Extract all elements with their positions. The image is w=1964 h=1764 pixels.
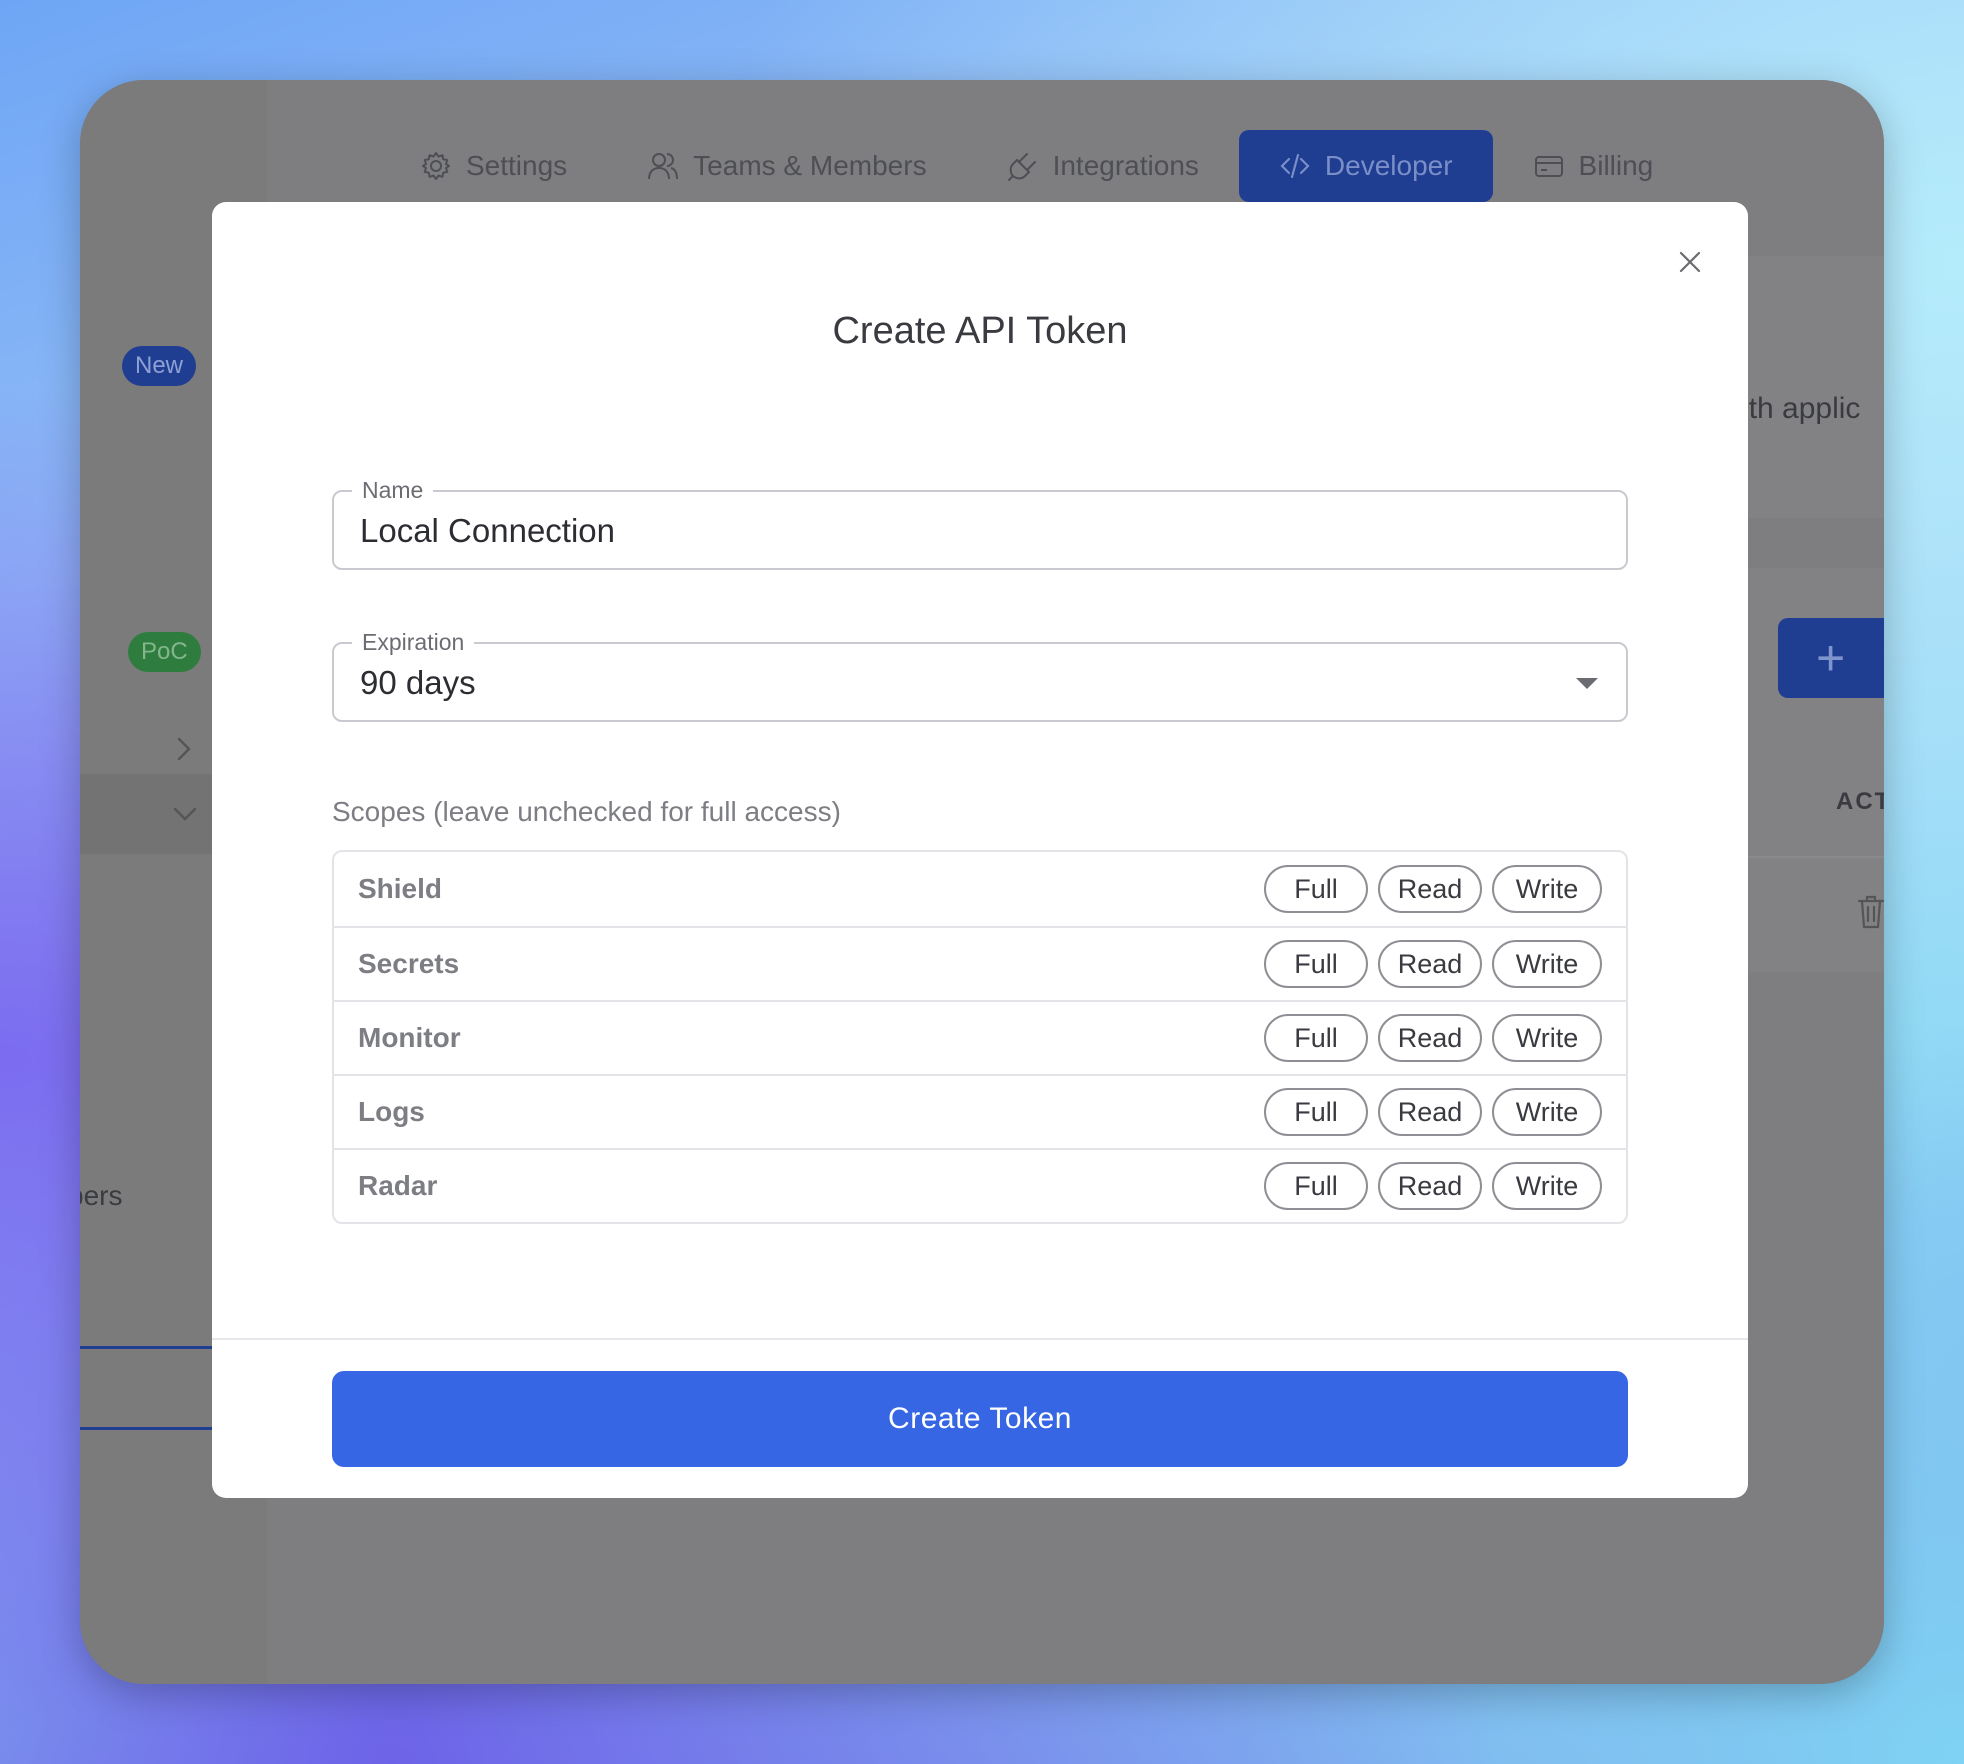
close-icon[interactable]	[1672, 244, 1708, 280]
chevron-down-icon	[170, 802, 200, 831]
tab-label: Teams & Members	[693, 150, 927, 181]
scopes-label: Scopes (leave unchecked for full access)	[332, 796, 841, 827]
code-icon	[1279, 150, 1311, 182]
scope-write-toggle[interactable]: Write	[1492, 865, 1602, 913]
expiration-select[interactable]: Expiration 90 days	[332, 628, 1628, 722]
scope-read-toggle[interactable]: Read	[1378, 1014, 1482, 1062]
scope-name: Shield	[358, 873, 443, 904]
tab-teams-members[interactable]: Teams & Members	[607, 130, 966, 202]
scope-name: Radar	[358, 1170, 438, 1201]
scope-options: Full Read Write	[1264, 865, 1602, 913]
dropdown-caret-icon[interactable]	[1576, 678, 1598, 689]
scope-read-toggle[interactable]: Read	[1378, 1088, 1482, 1136]
scope-name: Secrets	[358, 948, 460, 979]
trash-icon[interactable]	[1856, 894, 1884, 935]
create-token-modal: Create API Token Name Local Connection E…	[212, 202, 1748, 1498]
users-icon	[647, 150, 679, 182]
credit-card-icon	[1533, 150, 1565, 182]
scope-options: Full Read Write	[1264, 940, 1602, 988]
name-field-label: Name	[352, 476, 434, 504]
scope-row-logs: Logs Full Read Write	[334, 1074, 1626, 1148]
scope-full-toggle[interactable]: Full	[1264, 1014, 1368, 1062]
scope-full-toggle[interactable]: Full	[1264, 940, 1368, 988]
scope-read-toggle[interactable]: Read	[1378, 865, 1482, 913]
sidebar-item-label[interactable]: bers	[80, 1180, 122, 1212]
actions-column-header: ACT	[1836, 788, 1884, 815]
expiration-selected-value[interactable]: 90 days	[360, 664, 476, 702]
scope-full-toggle[interactable]: Full	[1264, 1088, 1368, 1136]
scope-name: Logs	[358, 1096, 425, 1127]
scope-write-toggle[interactable]: Write	[1492, 1162, 1602, 1210]
scope-options: Full Read Write	[1264, 1088, 1602, 1136]
scope-row-secrets: Secrets Full Read Write	[334, 926, 1626, 1000]
tab-billing[interactable]: Billing	[1493, 130, 1694, 202]
tab-integrations[interactable]: Integrations	[967, 130, 1239, 202]
scope-write-toggle[interactable]: Write	[1492, 1014, 1602, 1062]
create-token-button[interactable]: Create Token	[332, 1371, 1628, 1467]
tab-label: Settings	[466, 150, 568, 181]
scope-options: Full Read Write	[1264, 1162, 1602, 1210]
tab-label: Integrations	[1052, 150, 1199, 181]
name-field[interactable]: Name Local Connection	[332, 476, 1628, 570]
new-badge: New	[122, 346, 197, 386]
scope-write-toggle[interactable]: Write	[1492, 1088, 1602, 1136]
scope-row-monitor: Monitor Full Read Write	[334, 1000, 1626, 1074]
scopes-table: Shield Full Read Write Secrets Full Read…	[332, 850, 1628, 1224]
poc-badge: PoC	[128, 632, 201, 672]
footer-divider	[212, 1338, 1748, 1340]
name-input-value[interactable]: Local Connection	[360, 512, 615, 550]
settings-tabs: Settings Teams & Members Integrations De…	[420, 130, 1693, 202]
gear-icon	[420, 150, 452, 182]
tab-developer[interactable]: Developer	[1238, 130, 1493, 202]
scope-full-toggle[interactable]: Full	[1264, 865, 1368, 913]
scope-full-toggle[interactable]: Full	[1264, 1162, 1368, 1210]
tab-label: Developer	[1324, 150, 1453, 181]
plug-icon	[1007, 150, 1039, 182]
scope-row-shield: Shield Full Read Write	[334, 852, 1626, 926]
scope-row-radar: Radar Full Read Write	[334, 1148, 1626, 1222]
scope-name: Monitor	[358, 1022, 461, 1053]
tab-label: Billing	[1578, 150, 1654, 181]
modal-title: Create API Token	[832, 310, 1128, 352]
expiration-field-label: Expiration	[352, 628, 475, 656]
scope-write-toggle[interactable]: Write	[1492, 940, 1602, 988]
tab-settings[interactable]: Settings	[420, 130, 607, 202]
scope-read-toggle[interactable]: Read	[1378, 940, 1482, 988]
chevron-right-icon[interactable]	[172, 734, 196, 769]
add-token-button[interactable]: +	[1778, 618, 1884, 698]
scope-options: Full Read Write	[1264, 1014, 1602, 1062]
scope-read-toggle[interactable]: Read	[1378, 1162, 1482, 1210]
